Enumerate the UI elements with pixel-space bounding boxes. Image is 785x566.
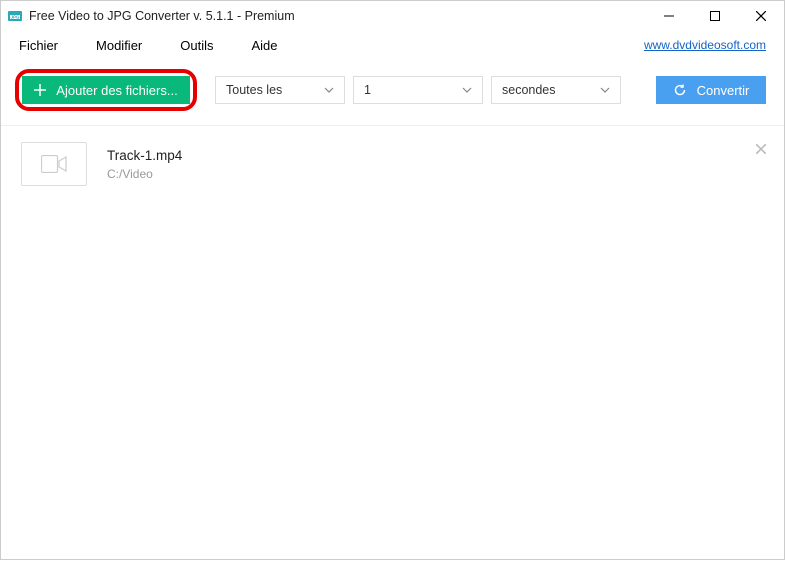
minimize-button[interactable] [646,1,692,31]
convert-button[interactable]: Convertir [656,76,766,104]
dropdown-unit-value: secondes [502,83,556,97]
window-controls [646,1,784,31]
menubar: Fichier Modifier Outils Aide www.dvdvide… [1,31,784,59]
dvdvideosoft-link[interactable]: www.dvdvideosoft.com [644,38,766,52]
chevron-down-icon [324,87,334,93]
maximize-button[interactable] [692,1,738,31]
close-button[interactable] [738,1,784,31]
refresh-icon [673,83,687,97]
dropdown-unit[interactable]: secondes [491,76,621,104]
remove-file-button[interactable] [756,144,766,154]
file-path: C:/Video [107,167,182,181]
annotation-highlight: Ajouter des fichiers... [15,69,197,111]
menu-edit[interactable]: Modifier [96,38,142,53]
plus-icon [34,84,46,96]
add-files-label: Ajouter des fichiers... [56,83,177,98]
toolbar: Ajouter des fichiers... Toutes les 1 sec… [1,59,784,126]
file-list: Track-1.mp4 C:/Video [1,126,784,566]
chevron-down-icon [462,87,472,93]
app-title: Free Video to JPG Converter v. 5.1.1 - P… [29,9,646,23]
menu-file[interactable]: Fichier [19,38,58,53]
file-row[interactable]: Track-1.mp4 C:/Video [1,136,784,192]
menu-tools[interactable]: Outils [180,38,213,53]
menu-help[interactable]: Aide [252,38,278,53]
dropdown-mode-value: Toutes les [226,83,282,97]
video-icon [41,155,67,173]
chevron-down-icon [600,87,610,93]
dropdown-mode[interactable]: Toutes les [215,76,345,104]
app-icon: JPG [7,8,23,24]
file-name: Track-1.mp4 [107,148,182,163]
file-meta: Track-1.mp4 C:/Video [107,148,182,181]
file-thumbnail [21,142,87,186]
titlebar: JPG Free Video to JPG Converter v. 5.1.1… [1,1,784,31]
add-files-button[interactable]: Ajouter des fichiers... [22,76,190,104]
svg-text:JPG: JPG [10,15,20,20]
convert-label: Convertir [697,83,750,98]
dropdown-count-value: 1 [364,83,371,97]
dropdown-count[interactable]: 1 [353,76,483,104]
